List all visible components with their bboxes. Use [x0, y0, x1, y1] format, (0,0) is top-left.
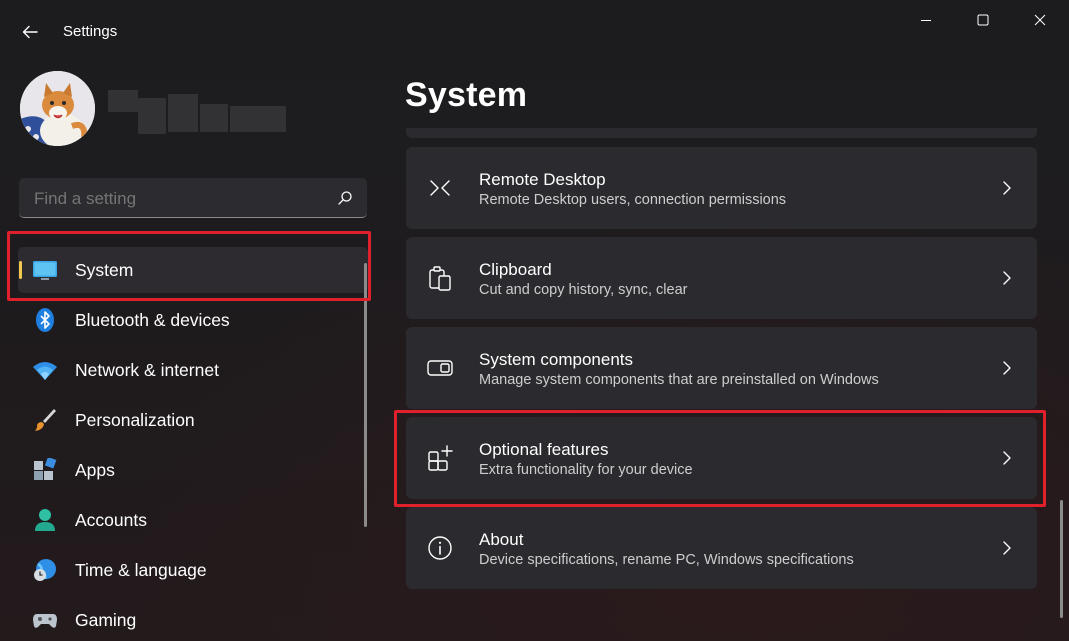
- card-clipboard[interactable]: Clipboard Cut and copy history, sync, cl…: [406, 237, 1037, 319]
- bluetooth-icon: [36, 308, 54, 332]
- wifi-icon: [33, 362, 57, 380]
- search-box[interactable]: [19, 178, 367, 218]
- paintbrush-icon: [35, 409, 56, 431]
- chevron-right-icon: [1003, 271, 1011, 285]
- minimize-button[interactable]: [903, 6, 949, 34]
- account-icon: [35, 509, 55, 531]
- sidebar-item-time-language[interactable]: Time & language: [18, 547, 368, 593]
- page-title: System: [405, 76, 528, 114]
- sidebar-item-bluetooth[interactable]: Bluetooth & devices: [18, 297, 368, 343]
- search-input[interactable]: [34, 189, 324, 209]
- user-name-blurred: [104, 84, 290, 136]
- close-button[interactable]: [1017, 6, 1063, 34]
- sidebar-item-apps[interactable]: Apps: [18, 447, 368, 493]
- card-system-components[interactable]: System components Manage system componen…: [406, 327, 1037, 409]
- card-title: Clipboard: [479, 260, 552, 279]
- back-arrow-icon: [22, 25, 38, 39]
- globe-clock-icon: [34, 559, 56, 581]
- chevron-right-icon: [1003, 361, 1011, 375]
- search-icon[interactable]: [337, 190, 353, 206]
- gamepad-icon: [33, 614, 57, 628]
- sidebar-item-label: Bluetooth & devices: [75, 310, 230, 330]
- card-subtitle: Remote Desktop users, connection permiss…: [479, 192, 787, 208]
- chevron-right-icon: [1003, 181, 1011, 195]
- main-scrollbar[interactable]: [1060, 500, 1063, 618]
- sidebar-item-accounts[interactable]: Accounts: [18, 497, 368, 543]
- sidebar-item-label: Time & language: [75, 560, 207, 580]
- card-above-partial: [406, 128, 1037, 138]
- chevron-right-icon: [1003, 541, 1011, 555]
- maximize-button[interactable]: [960, 6, 1006, 34]
- avatar[interactable]: [20, 71, 95, 146]
- sidebar-item-label: Accounts: [75, 510, 147, 530]
- card-title: System components: [479, 350, 634, 369]
- sidebar-item-personalization[interactable]: Personalization: [18, 397, 368, 443]
- sidebar-scrollbar[interactable]: [364, 263, 367, 527]
- info-icon: [428, 536, 452, 560]
- sidebar-item-label: Network & internet: [75, 360, 219, 380]
- card-title: About: [479, 530, 524, 549]
- card-subtitle: Device specifications, rename PC, Window…: [479, 552, 854, 568]
- minimize-icon: [921, 20, 931, 21]
- card-about[interactable]: About Device specifications, rename PC, …: [406, 507, 1037, 589]
- card-subtitle: Manage system components that are preins…: [479, 372, 879, 388]
- system-components-icon: [427, 360, 453, 376]
- card-remote-desktop[interactable]: Remote Desktop Remote Desktop users, con…: [406, 147, 1037, 229]
- title-bar: Settings: [0, 0, 1069, 62]
- card-title: Remote Desktop: [479, 170, 606, 189]
- highlight-box-optional-features: [394, 410, 1046, 507]
- highlight-box-system: [7, 231, 371, 301]
- app-title: Settings: [63, 23, 118, 40]
- sidebar-item-label: Apps: [75, 460, 115, 480]
- close-icon: [1034, 14, 1046, 26]
- apps-icon: [34, 458, 57, 480]
- sidebar-nav: System Bluetooth & devices Network & int…: [18, 247, 368, 641]
- clipboard-icon: [429, 266, 451, 291]
- maximize-icon: [977, 14, 989, 26]
- sidebar-item-network[interactable]: Network & internet: [18, 347, 368, 393]
- remote-desktop-icon: [430, 180, 450, 196]
- sidebar-item-label: Gaming: [75, 610, 137, 630]
- settings-window: Settings Find a setting System Bluetooth…: [0, 0, 1069, 641]
- sidebar-item-label: Personalization: [75, 410, 195, 430]
- sidebar-item-gaming[interactable]: Gaming: [18, 597, 368, 641]
- card-subtitle: Cut and copy history, sync, clear: [479, 282, 688, 298]
- cat-avatar-picture: [20, 71, 95, 146]
- back-button[interactable]: [16, 18, 44, 46]
